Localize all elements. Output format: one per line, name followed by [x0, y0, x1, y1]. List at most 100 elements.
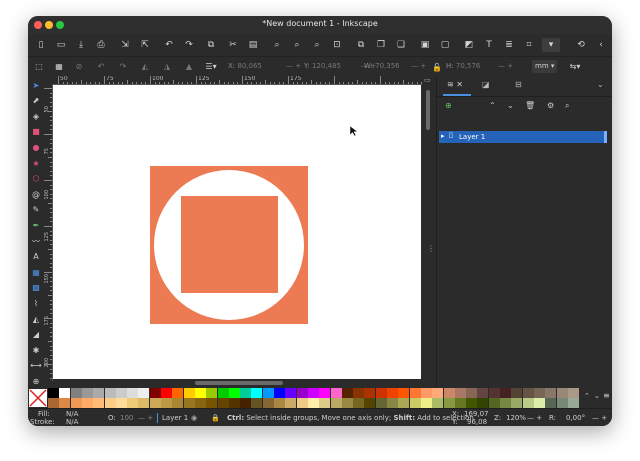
color-swatch[interactable] — [488, 398, 500, 408]
color-swatch[interactable] — [296, 388, 308, 398]
panel-menu-icon[interactable]: ⌄ — [597, 80, 604, 89]
rotate-icon[interactable]: ⟲ — [574, 38, 588, 52]
color-swatch[interactable] — [409, 388, 421, 398]
color-swatch[interactable] — [522, 388, 534, 398]
zoom-fit-icon[interactable]: ⊡ — [330, 38, 344, 52]
h-stepper[interactable]: — + — [498, 60, 513, 73]
color-swatch[interactable] — [183, 388, 195, 398]
color-swatch[interactable] — [285, 388, 297, 398]
color-swatch[interactable] — [104, 398, 116, 408]
delete-layer-icon[interactable]: 🗑 — [525, 101, 535, 110]
align-dropdown-icon[interactable]: ☰▾ — [204, 59, 218, 73]
pen-tool-icon[interactable]: ✒ — [31, 220, 41, 230]
color-swatch[interactable] — [206, 388, 218, 398]
color-swatch[interactable] — [48, 388, 59, 398]
import-icon[interactable]: ⇲ — [118, 38, 132, 52]
panel-handle-icon[interactable]: ⋮ — [427, 244, 435, 253]
zoom-page-icon[interactable]: ⌕ — [310, 38, 324, 52]
clone-icon[interactable]: ❐ — [374, 38, 388, 52]
color-swatch[interactable] — [161, 388, 172, 398]
color-swatch[interactable] — [115, 388, 127, 398]
color-swatch[interactable] — [262, 388, 274, 398]
deselect-icon[interactable]: ⊘ — [72, 59, 86, 73]
color-swatch[interactable] — [375, 398, 387, 408]
text-tool-icon[interactable]: A — [31, 252, 41, 262]
color-swatch[interactable] — [81, 398, 93, 408]
color-swatch[interactable] — [341, 388, 353, 398]
color-swatch[interactable] — [387, 388, 398, 398]
ellipse-tool-icon[interactable]: ● — [31, 142, 41, 152]
lower-layer-icon[interactable]: ⌄ — [507, 101, 514, 110]
color-swatch[interactable] — [432, 388, 444, 398]
color-swatch[interactable] — [443, 398, 455, 408]
horizontal-scrollbar[interactable] — [53, 380, 421, 386]
color-swatch[interactable] — [70, 398, 82, 408]
measure-tool-icon[interactable]: ⟷ — [30, 361, 41, 371]
color-swatch[interactable] — [319, 388, 331, 398]
layer-row[interactable]: ▸ ▯ Layer 1 — [439, 131, 607, 143]
color-swatch[interactable] — [443, 388, 455, 398]
color-swatch[interactable] — [115, 398, 127, 408]
settings-gear-icon[interactable]: ⚙ — [547, 101, 554, 110]
lock-ratio-icon[interactable]: 🔓 — [430, 60, 444, 74]
color-swatch[interactable] — [545, 398, 557, 408]
select-all-icon[interactable]: ⬚ — [32, 59, 46, 73]
color-swatch[interactable] — [353, 398, 365, 408]
color-swatch[interactable] — [251, 398, 263, 408]
color-swatch[interactable] — [70, 388, 82, 398]
pencil-tool-icon[interactable]: ✎ — [31, 205, 41, 215]
toggle-visibility-icon[interactable]: ◉ — [191, 414, 197, 422]
horizontal-scroll-thumb[interactable] — [195, 381, 283, 385]
color-swatch[interactable] — [533, 398, 545, 408]
color-swatch[interactable] — [262, 398, 274, 408]
color-swatch[interactable] — [420, 388, 432, 398]
color-swatch[interactable] — [353, 388, 365, 398]
group-icon[interactable]: ▣ — [418, 38, 432, 52]
color-swatch[interactable] — [251, 388, 263, 398]
color-swatch[interactable] — [183, 398, 195, 408]
color-swatch[interactable] — [341, 398, 353, 408]
color-swatch[interactable] — [500, 398, 511, 408]
color-swatch[interactable] — [398, 388, 410, 398]
text-icon[interactable]: T — [482, 38, 496, 52]
stroke-value[interactable]: N/A — [66, 418, 78, 426]
fill-stroke-icon[interactable]: ◩ — [462, 38, 476, 52]
current-layer[interactable]: Layer 1 — [162, 414, 188, 422]
flip-horizontal-icon[interactable]: ◭ — [138, 59, 152, 73]
gradient-tool-icon[interactable]: ▦ — [31, 267, 41, 277]
color-swatch[interactable] — [59, 398, 71, 408]
expand-icon[interactable]: ▸ — [441, 132, 445, 140]
color-swatch[interactable] — [81, 388, 93, 398]
vertical-scroll-thumb[interactable] — [426, 90, 430, 130]
paste-icon[interactable]: ▤ — [246, 38, 260, 52]
color-swatch[interactable] — [556, 388, 568, 398]
x-field[interactable]: 80,065 — [237, 62, 262, 70]
color-swatch[interactable] — [127, 388, 139, 398]
palette-scroll-down-icon[interactable]: ⌄ — [594, 392, 600, 400]
select-all-layers-icon[interactable]: ▦ — [52, 59, 66, 73]
rotate-ccw-icon[interactable]: ↶ — [94, 59, 108, 73]
color-swatch[interactable] — [330, 398, 342, 408]
search-icon[interactable]: ⌕ — [565, 101, 569, 111]
color-swatch[interactable] — [194, 388, 206, 398]
w-stepper[interactable]: — + — [411, 60, 426, 73]
color-swatch[interactable] — [319, 398, 331, 408]
raise-layer-icon[interactable]: ⌃ — [489, 101, 496, 110]
color-swatch[interactable] — [511, 388, 523, 398]
color-swatch[interactable] — [567, 388, 579, 398]
align-tab-icon[interactable]: ⊟ — [515, 80, 522, 89]
color-swatch[interactable] — [240, 388, 252, 398]
inner-square[interactable] — [181, 196, 278, 293]
color-swatch[interactable] — [364, 388, 376, 398]
zoom-stepper[interactable]: — + — [527, 414, 542, 422]
color-swatch[interactable] — [533, 388, 545, 398]
mesh-tool-icon[interactable]: ▩ — [31, 283, 41, 293]
display-mode-icon[interactable]: ▭ — [424, 76, 431, 84]
color-swatch[interactable] — [387, 398, 398, 408]
color-swatch[interactable] — [500, 388, 511, 398]
redo-icon[interactable]: ↷ — [182, 38, 196, 52]
cut-icon[interactable]: ✂ — [226, 38, 240, 52]
opacity-stepper[interactable]: — + — [138, 414, 153, 422]
color-swatch[interactable] — [522, 398, 534, 408]
paint-bucket-tool-icon[interactable]: ◭ — [31, 314, 41, 324]
